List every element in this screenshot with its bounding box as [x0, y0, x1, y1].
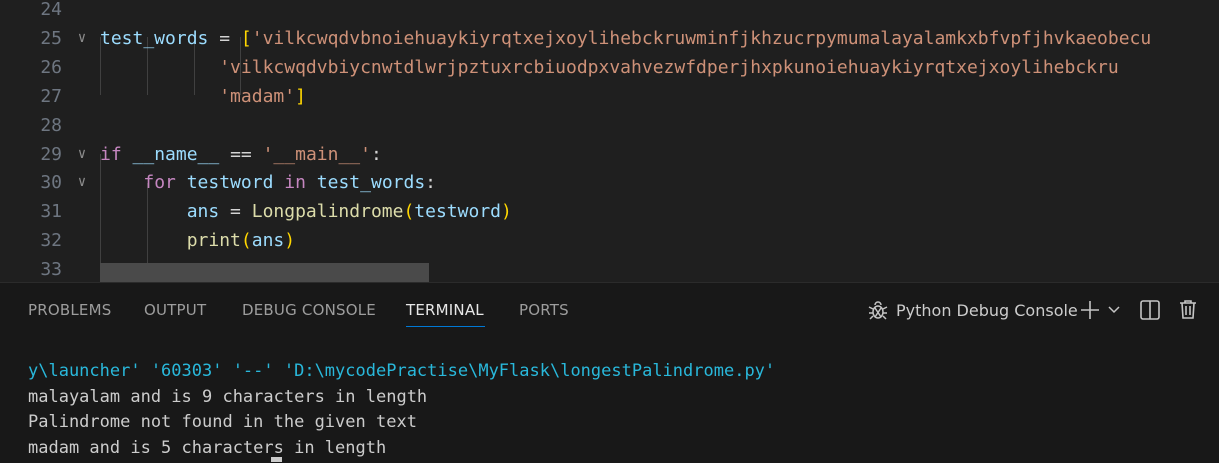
code-token: [: [240, 27, 252, 49]
code-token: testword: [414, 201, 501, 223]
bug-icon: [868, 301, 888, 320]
fold-chevron-icon[interactable]: ∨: [72, 168, 92, 197]
tab-problems[interactable]: PROBLEMS: [28, 301, 111, 319]
bottom-panel: PROBLEMS OUTPUT DEBUG CONSOLE TERMINAL P…: [0, 282, 1219, 463]
code-text: for testword in test_words:: [100, 168, 436, 197]
line-number: 27: [40, 85, 62, 107]
terminal-line: malayalam and is 9 characters in length: [28, 386, 428, 407]
code-line[interactable]: 24: [0, 0, 1219, 24]
code-token: 'madam': [219, 85, 296, 107]
code-token: ): [501, 201, 512, 223]
active-tab-indicator: [406, 326, 485, 327]
code-token: for: [143, 172, 176, 194]
line-number: 28: [40, 114, 62, 136]
code-line[interactable]: 31 ans = Longpalindrome(testword): [0, 197, 1219, 226]
code-token: =: [208, 27, 241, 49]
code-token: :: [425, 172, 437, 194]
trash-icon[interactable]: [1177, 298, 1199, 320]
code-token: 'vilkcwqdvbiycnwtdlwrjpztuxrcbiuodpxvahv…: [219, 56, 1119, 78]
code-text: print(ans): [100, 226, 295, 255]
fold-chevron-icon[interactable]: ∨: [72, 24, 92, 53]
code-text: 'vilkcwqdvbiycnwtdlwrjpztuxrcbiuodpxvahv…: [100, 53, 1119, 82]
code-token: __name__: [132, 143, 220, 165]
plus-icon[interactable]: [1079, 299, 1101, 321]
code-token: ans: [251, 230, 285, 252]
code-token: =: [219, 201, 252, 223]
line-number: 26: [40, 56, 62, 78]
code-text: 'madam']: [100, 82, 306, 111]
code-token: (: [240, 230, 252, 252]
tab-output[interactable]: OUTPUT: [144, 301, 206, 319]
line-number: 25: [40, 27, 62, 49]
terminal-line: Palindrome not found in the given text: [28, 412, 417, 433]
code-token: test_words: [100, 27, 209, 49]
line-number: 24: [40, 0, 62, 20]
code-editor[interactable]: 24 25 ∨ test_words = ['vilkcwqdvbnoiehuayki…: [0, 0, 1219, 282]
horizontal-scrollbar[interactable]: [100, 263, 429, 282]
fold-chevron-icon[interactable]: ∨: [72, 140, 92, 169]
code-text: test_words = ['vilkcwqdvbnoiehuaykiyrqtx…: [100, 24, 1151, 53]
code-text: if __name__ == '__main__':: [100, 140, 382, 169]
code-line[interactable]: 30 ∨ for testword in test_words:: [0, 168, 1219, 197]
code-token: if: [100, 143, 122, 165]
terminal-selector[interactable]: Python Debug Console: [866, 297, 1078, 323]
code-token: '__main__': [262, 143, 371, 165]
code-token: testword: [186, 172, 274, 194]
code-token: print: [186, 230, 241, 252]
terminal-line: madam and is 5 characters in length: [28, 438, 387, 459]
chevron-down-icon[interactable]: [1107, 304, 1121, 316]
code-token: :: [370, 143, 382, 165]
code-token: test_words: [316, 172, 426, 194]
line-number: 30: [40, 172, 62, 194]
code-token: in: [284, 172, 306, 194]
code-token: 'vilkcwqdvbnoiehuaykiyrqtxejxoylihebckru…: [251, 27, 1152, 49]
tab-debug-console[interactable]: DEBUG CONSOLE: [242, 301, 376, 319]
code-token: ): [284, 230, 296, 252]
code-line[interactable]: 28: [0, 111, 1219, 140]
tab-terminal[interactable]: TERMINAL: [406, 301, 484, 319]
code-line[interactable]: 25 ∨ test_words = ['vilkcwqdvbnoiehuaykiyr…: [0, 24, 1219, 53]
code-line[interactable]: 27 'madam']: [0, 82, 1219, 111]
code-token: ans: [186, 201, 220, 223]
line-number: 31: [40, 201, 62, 223]
split-terminal-icon[interactable]: [1139, 299, 1161, 321]
tab-ports[interactable]: PORTS: [519, 301, 569, 319]
line-number: 29: [40, 143, 62, 165]
code-token: ]: [295, 85, 306, 107]
line-number: 33: [40, 259, 62, 281]
code-line[interactable]: 26 'vilkcwqdvbiycnwtdlwrjpztuxrcbiuodpxv…: [0, 53, 1219, 82]
code-text: ans = Longpalindrome(testword): [100, 197, 512, 226]
code-line[interactable]: 32 print(ans): [0, 226, 1219, 255]
code-token: Longpalindrome: [251, 201, 404, 223]
line-number: 32: [40, 230, 62, 252]
terminal-cursor: [271, 457, 282, 462]
code-token: (: [403, 201, 415, 223]
code-line[interactable]: 29 ∨ if __name__ == '__main__':: [0, 140, 1219, 169]
code-token: ==: [219, 143, 263, 165]
terminal-selector-label: Python Debug Console: [896, 300, 1078, 320]
terminal-line: y\launcher' '60303' '--' 'D:\mycodePract…: [28, 361, 776, 381]
